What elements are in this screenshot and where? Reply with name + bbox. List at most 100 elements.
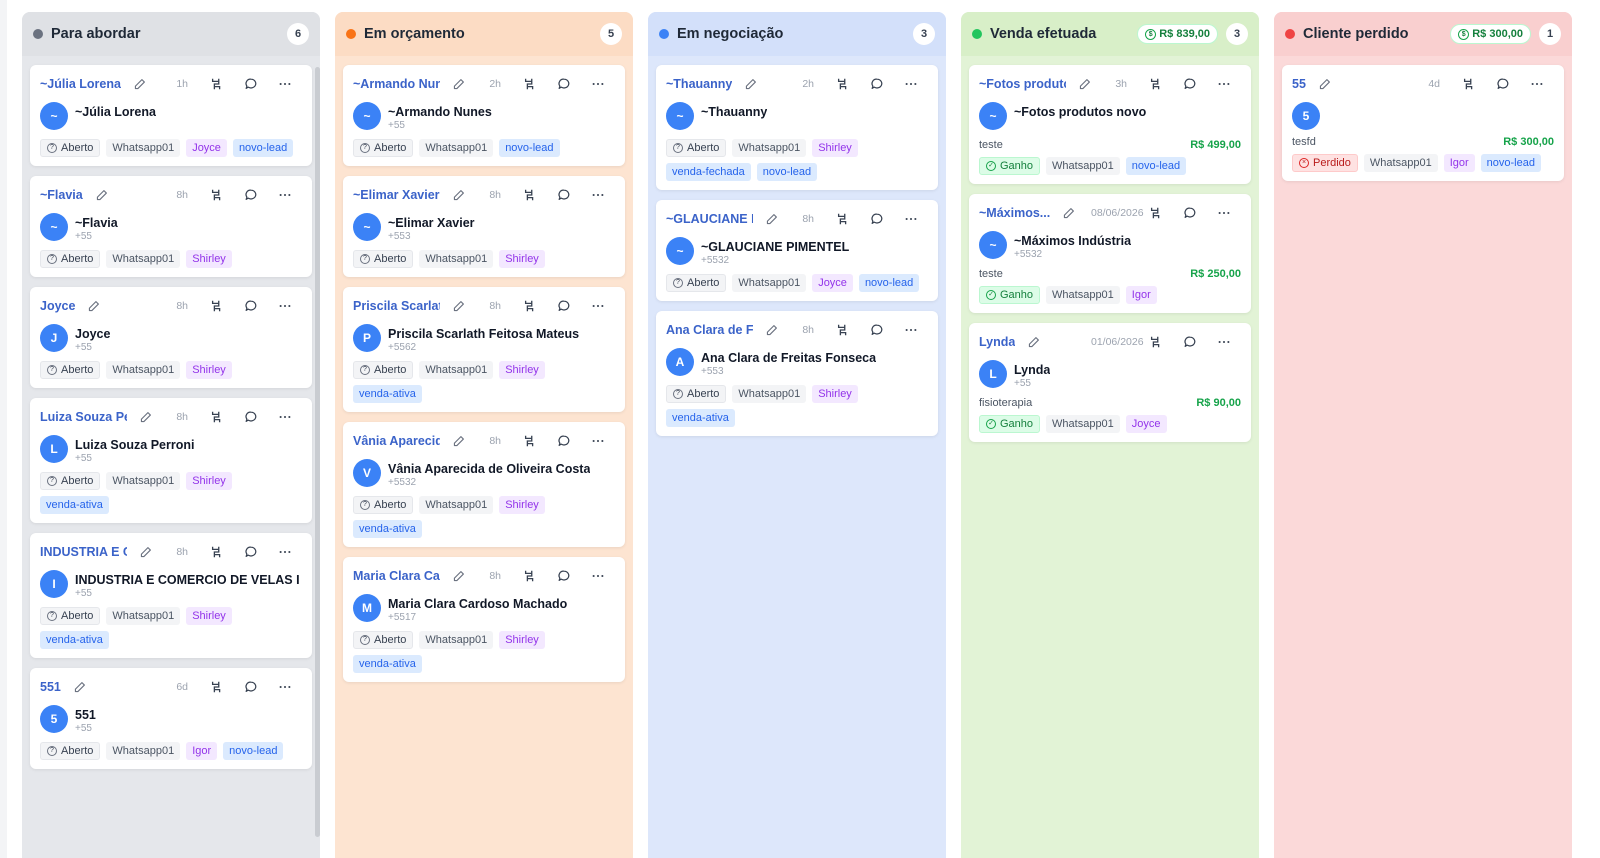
card-title-link[interactable]: ~Fotos produtos ...: [979, 77, 1066, 91]
card-title-link[interactable]: Vânia Aparecida d...: [353, 434, 440, 448]
more-options-icon[interactable]: [1207, 206, 1241, 220]
flow-icon[interactable]: [513, 569, 547, 583]
chat-icon[interactable]: [547, 299, 581, 313]
flow-icon[interactable]: [826, 212, 860, 226]
more-options-icon[interactable]: [581, 188, 615, 202]
lead-card[interactable]: ~Máximos... 08/06/2026 ~ ~Máximos Indústria…: [969, 194, 1251, 313]
pencil-icon[interactable]: [1062, 207, 1075, 220]
chat-icon[interactable]: [234, 410, 268, 424]
pencil-icon[interactable]: [1318, 78, 1331, 91]
card-title-link[interactable]: 551: [40, 680, 61, 694]
lead-card[interactable]: Maria Clara Cardo...8hMMaria Clara Cardo…: [343, 557, 625, 682]
pencil-icon[interactable]: [452, 189, 465, 202]
lead-card[interactable]: INDUSTRIA E CO...8hIINDUSTRIA E COMERCIO…: [30, 533, 312, 658]
pencil-icon[interactable]: [452, 300, 465, 313]
lead-card[interactable]: Luiza Souza Perr...8hLLuiza Souza Perron…: [30, 398, 312, 523]
flow-icon[interactable]: [513, 434, 547, 448]
card-title-link[interactable]: ~Elimar Xavier: [353, 188, 440, 202]
chat-icon[interactable]: [860, 77, 894, 91]
lead-card[interactable]: Ana Clara de Freit...8hAAna Clara de Fre…: [656, 311, 938, 436]
chat-icon[interactable]: [547, 569, 581, 583]
more-options-icon[interactable]: [268, 545, 302, 559]
pencil-icon[interactable]: [133, 78, 146, 91]
more-options-icon[interactable]: [268, 188, 302, 202]
lead-card[interactable]: ~GLAUCIANE PIM...8h~~GLAUCIANE PIMENTEL+…: [656, 200, 938, 301]
pencil-icon[interactable]: [1027, 336, 1040, 349]
flow-icon[interactable]: [826, 323, 860, 337]
pencil-icon[interactable]: [73, 681, 86, 694]
pencil-icon[interactable]: [1078, 78, 1091, 91]
lead-card[interactable]: ~Thauanny 2h ~ ~Thauanny? Aberto Whatsapp01 Sh…: [656, 65, 938, 190]
flow-icon[interactable]: [513, 77, 547, 91]
card-title-link[interactable]: ~Thauanny: [666, 77, 732, 91]
flow-icon[interactable]: [200, 545, 234, 559]
more-options-icon[interactable]: [581, 434, 615, 448]
pencil-icon[interactable]: [139, 546, 152, 559]
pencil-icon[interactable]: [452, 570, 465, 583]
flow-icon[interactable]: [200, 77, 234, 91]
lead-card[interactable]: ~Elimar Xavier 8h ~ ~Elimar Xavier +553? Aber…: [343, 176, 625, 277]
chat-icon[interactable]: [860, 212, 894, 226]
flow-icon[interactable]: [1139, 206, 1173, 220]
pencil-icon[interactable]: [87, 300, 100, 313]
chat-icon[interactable]: [547, 188, 581, 202]
lead-card[interactable]: Priscila Scarlath F...8hPPriscila Scarla…: [343, 287, 625, 412]
more-options-icon[interactable]: [1207, 335, 1241, 349]
chat-icon[interactable]: [1173, 206, 1207, 220]
column-scrollbar[interactable]: [315, 67, 320, 837]
more-options-icon[interactable]: [894, 323, 928, 337]
flow-icon[interactable]: [1452, 77, 1486, 91]
chat-icon[interactable]: [234, 188, 268, 202]
flow-icon[interactable]: [200, 188, 234, 202]
chat-icon[interactable]: [234, 77, 268, 91]
card-title-link[interactable]: Luiza Souza Perr...: [40, 410, 127, 424]
lead-card[interactable]: 55 4d 5 tesfd R$ 300,00 × Perdido Whatsapp01 Igo…: [1282, 65, 1564, 181]
flow-icon[interactable]: [200, 410, 234, 424]
lead-card[interactable]: Vânia Aparecida d...8hVVânia Aparecida d…: [343, 422, 625, 547]
chat-icon[interactable]: [234, 545, 268, 559]
more-options-icon[interactable]: [894, 77, 928, 91]
card-title-link[interactable]: Joyce: [40, 299, 75, 313]
card-title-link[interactable]: ~Armando Nunes: [353, 77, 440, 91]
more-options-icon[interactable]: [894, 212, 928, 226]
more-options-icon[interactable]: [268, 299, 302, 313]
lead-card[interactable]: Lynda 01/06/2026 L Lynda +55 fisioterapia R$ 9…: [969, 323, 1251, 442]
chat-icon[interactable]: [547, 77, 581, 91]
pencil-icon[interactable]: [765, 324, 778, 337]
card-title-link[interactable]: Lynda: [979, 335, 1015, 349]
pencil-icon[interactable]: [452, 435, 465, 448]
pencil-icon[interactable]: [452, 78, 465, 91]
flow-icon[interactable]: [200, 299, 234, 313]
more-options-icon[interactable]: [1207, 77, 1241, 91]
lead-card[interactable]: ~Júlia Lorena 1h ~ ~Júlia Lorena? Aberto What…: [30, 65, 312, 166]
flow-icon[interactable]: [513, 188, 547, 202]
card-title-link[interactable]: INDUSTRIA E CO...: [40, 545, 127, 559]
lead-card[interactable]: ~Armando Nunes2h~~Armando Nunes+55?Abert…: [343, 65, 625, 166]
pencil-icon[interactable]: [765, 213, 778, 226]
card-title-link[interactable]: ~Flavia: [40, 188, 83, 202]
pencil-icon[interactable]: [95, 189, 108, 202]
more-options-icon[interactable]: [268, 410, 302, 424]
flow-icon[interactable]: [1139, 77, 1173, 91]
card-title-link[interactable]: Maria Clara Cardo...: [353, 569, 440, 583]
card-title-link[interactable]: Ana Clara de Freit...: [666, 323, 753, 337]
more-options-icon[interactable]: [581, 569, 615, 583]
pencil-icon[interactable]: [744, 78, 757, 91]
chat-icon[interactable]: [1173, 335, 1207, 349]
card-title-link[interactable]: ~Máximos...: [979, 206, 1050, 220]
chat-icon[interactable]: [234, 299, 268, 313]
chat-icon[interactable]: [1486, 77, 1520, 91]
chat-icon[interactable]: [234, 680, 268, 694]
card-title-link[interactable]: 55: [1292, 77, 1306, 91]
flow-icon[interactable]: [1139, 335, 1173, 349]
chat-icon[interactable]: [1173, 77, 1207, 91]
more-options-icon[interactable]: [581, 77, 615, 91]
chat-icon[interactable]: [860, 323, 894, 337]
card-title-link[interactable]: Priscila Scarlath F...: [353, 299, 440, 313]
flow-icon[interactable]: [826, 77, 860, 91]
pencil-icon[interactable]: [139, 411, 152, 424]
lead-card[interactable]: 551 6d 5 551 +55? Aberto Whatsapp01 Igor novo-le…: [30, 668, 312, 769]
more-options-icon[interactable]: [581, 299, 615, 313]
chat-icon[interactable]: [547, 434, 581, 448]
flow-icon[interactable]: [200, 680, 234, 694]
